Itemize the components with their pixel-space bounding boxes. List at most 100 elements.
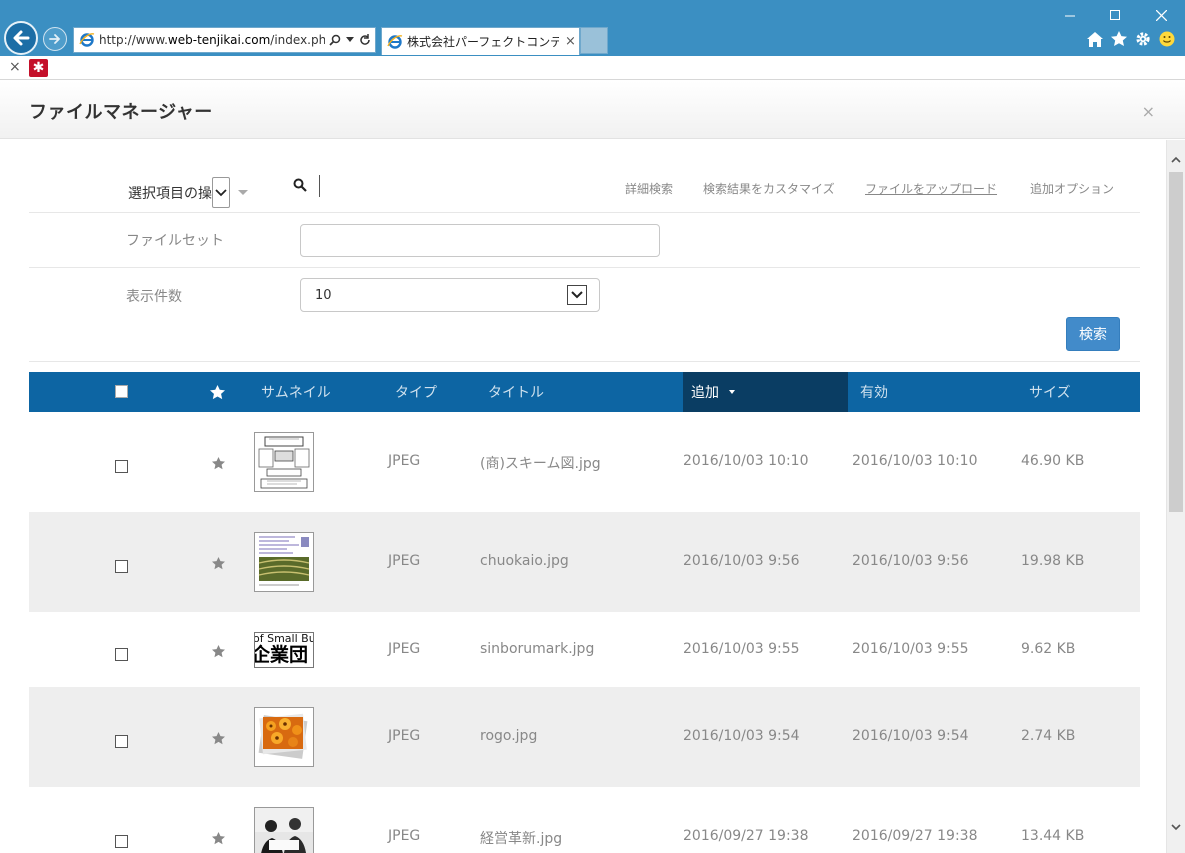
new-tab-button[interactable] <box>580 27 608 54</box>
ie-logo-icon <box>387 34 403 49</box>
symbol-mark-thumbnail[interactable]: of Small Bu 企業団 <box>254 631 314 668</box>
header-added-label: 追加 <box>691 385 719 401</box>
people-photo-thumbnail[interactable] <box>254 807 314 853</box>
bulk-action-select[interactable]: 選択項目の操 <box>128 177 248 208</box>
file-type: JPEG <box>388 453 421 469</box>
per-page-select[interactable]: 10 <box>300 278 600 312</box>
file-added-date: 2016/10/03 10:10 <box>683 453 809 469</box>
row-checkbox[interactable] <box>115 647 128 661</box>
favorite-star-header-icon[interactable] <box>210 372 225 412</box>
search-icon[interactable] <box>293 177 307 196</box>
row-checkbox[interactable] <box>115 460 128 473</box>
flower-photo-thumbnail[interactable] <box>254 707 314 767</box>
select-all-checkbox[interactable] <box>115 385 128 398</box>
file-active-date: 2016/10/03 9:55 <box>852 640 969 657</box>
search-cursor-divider <box>319 175 320 197</box>
chevron-up-icon[interactable] <box>1171 152 1181 166</box>
table-row[interactable]: JPEG rogo.jpg 2016/10/03 9:54 2016/10/03 9:… <box>29 687 1140 787</box>
tab-close-icon[interactable]: × <box>565 34 576 49</box>
site-favicon-icon[interactable]: ✱ <box>29 59 48 77</box>
table-row[interactable]: JPEG 経営革新.jpg 2016/09/27 19:38 2016/09/27 1… <box>29 787 1140 853</box>
file-added-date: 2016/10/03 9:56 <box>683 553 800 569</box>
upload-file-link[interactable]: ファイルをアップロード <box>865 180 997 197</box>
thumb-text-line2: 企業団 <box>254 643 309 666</box>
browser-title-bar: http://www.web-tenjikai.com/index.php?c … <box>0 0 1185 56</box>
bulk-action-label: 選択項目の操 <box>128 185 212 202</box>
row-checkbox[interactable] <box>115 560 128 573</box>
file-size: 13.44 KB <box>1021 828 1085 844</box>
fileset-input[interactable] <box>300 224 660 257</box>
address-bar[interactable]: http://www.web-tenjikai.com/index.php?c <box>73 27 376 53</box>
header-thumbnail[interactable]: サムネイル <box>261 372 331 412</box>
tab-title: 株式会社パーフェクトコンディシ... <box>407 35 559 49</box>
favorite-star-icon[interactable] <box>212 455 225 474</box>
file-added-date: 2016/10/03 9:54 <box>683 728 800 744</box>
favorites-star-icon[interactable] <box>1109 29 1129 49</box>
header-title[interactable]: タイトル <box>488 372 544 412</box>
header-type[interactable]: タイプ <box>395 372 437 412</box>
row-checkbox[interactable] <box>115 735 128 748</box>
fileset-label: ファイルセット <box>126 233 224 249</box>
per-page-value: 10 <box>315 288 332 303</box>
file-title: sinborumark.jpg <box>480 640 595 657</box>
file-size: 19.98 KB <box>1021 553 1085 569</box>
minimize-button[interactable] <box>1055 4 1085 26</box>
header-active[interactable]: 有効 <box>860 372 888 412</box>
file-type: JPEG <box>388 640 421 657</box>
more-options-link[interactable]: 追加オプション <box>1030 180 1114 197</box>
table-row[interactable]: JPEG (商)スキーム図.jpg 2016/10/03 10:10 2016/10/… <box>29 412 1140 512</box>
close-bar-icon[interactable]: × <box>9 59 21 75</box>
maximize-button[interactable] <box>1100 4 1130 26</box>
file-active-date: 2016/10/03 10:10 <box>852 453 978 469</box>
scrollbar-thumb[interactable] <box>1169 172 1183 512</box>
notification-bar: × ✱ <box>0 56 1185 80</box>
search-icon[interactable] <box>329 34 341 46</box>
chevron-down-icon[interactable] <box>346 37 354 43</box>
table-row[interactable]: of Small Bu 企業団 JPEG sinborumark.jpg 2016/10… <box>29 612 1140 687</box>
back-button[interactable] <box>4 21 38 55</box>
file-active-date: 2016/10/03 9:54 <box>852 728 969 744</box>
chevron-down-icon <box>215 188 227 196</box>
favorite-star-icon[interactable] <box>212 555 225 574</box>
row-checkbox[interactable] <box>115 835 128 848</box>
table-header: サムネイル タイプ タイトル 追加 有効 サイズ <box>29 372 1140 412</box>
sort-desc-icon <box>729 390 735 394</box>
divider <box>29 267 1140 268</box>
file-title: (商)スキーム図.jpg <box>480 456 601 472</box>
favorite-star-icon[interactable] <box>212 730 225 749</box>
tab-active[interactable]: 株式会社パーフェクトコンディシ... × <box>381 27 580 55</box>
modal-title: ファイルマネージャー <box>29 102 213 123</box>
close-icon <box>1155 9 1167 21</box>
window-close-button[interactable] <box>1146 4 1176 26</box>
favorite-star-icon[interactable] <box>212 830 225 849</box>
per-page-label: 表示件数 <box>126 289 182 305</box>
refresh-icon[interactable] <box>359 34 371 46</box>
smiley-feedback-icon[interactable] <box>1157 29 1177 49</box>
home-icon[interactable] <box>1085 29 1105 49</box>
file-active-date: 2016/10/03 9:56 <box>852 553 969 569</box>
bulk-action-dropdown[interactable] <box>212 177 230 208</box>
chevron-down-icon[interactable] <box>567 285 587 305</box>
file-type: JPEG <box>388 553 421 569</box>
scheme-diagram-thumbnail[interactable] <box>254 432 314 492</box>
modal-close-icon[interactable]: × <box>1142 102 1155 121</box>
file-type: JPEG <box>388 728 421 744</box>
gear-icon[interactable] <box>1133 29 1153 49</box>
header-size[interactable]: サイズ <box>1029 372 1071 412</box>
minimize-icon <box>1065 15 1075 17</box>
favorite-star-icon[interactable] <box>212 643 225 662</box>
header-added[interactable]: 追加 <box>683 372 848 412</box>
customize-results-link[interactable]: 検索結果をカスタマイズ <box>703 180 835 197</box>
document-photo-thumbnail[interactable] <box>254 532 314 592</box>
file-size: 46.90 KB <box>1021 453 1085 469</box>
file-type: JPEG <box>388 828 421 844</box>
maximize-icon <box>1110 10 1120 20</box>
advanced-search-link[interactable]: 詳細検索 <box>625 180 673 197</box>
url-text[interactable]: http://www.web-tenjikai.com/index.php?c <box>99 33 325 47</box>
scrollbar[interactable] <box>1166 140 1185 853</box>
search-button[interactable]: 検索 <box>1066 317 1120 351</box>
table-row[interactable]: JPEG chuokaio.jpg 2016/10/03 9:56 2016/10/0… <box>29 512 1140 612</box>
forward-button[interactable] <box>43 27 67 51</box>
chevron-down-icon[interactable] <box>1171 820 1181 834</box>
divider <box>29 212 1140 213</box>
